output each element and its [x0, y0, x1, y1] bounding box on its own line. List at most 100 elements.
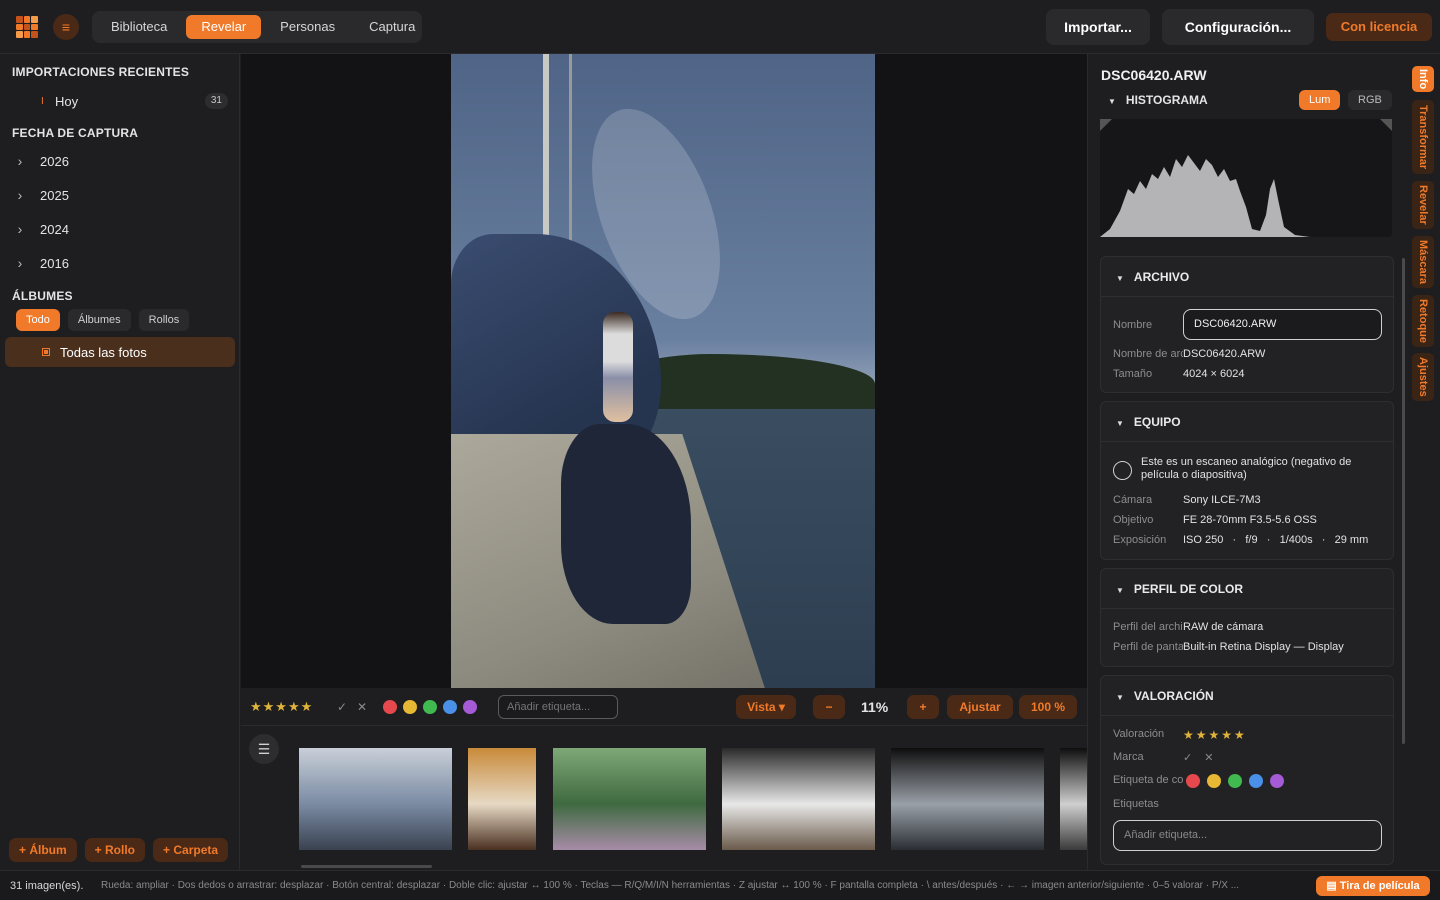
analog-scan-radio[interactable]: [1113, 461, 1132, 480]
year-item[interactable]: › 2025: [0, 180, 240, 210]
tag-input[interactable]: [498, 695, 618, 719]
rating-label: Valoración: [1113, 728, 1165, 740]
image-viewer[interactable]: [241, 54, 1087, 688]
year-item[interactable]: › 2026: [0, 146, 240, 176]
panel-scrollbar[interactable]: [1402, 258, 1405, 744]
screen-profile-label: Perfil de pantalla: [1113, 641, 1183, 653]
rating-row: Valoración ★★★★★: [1113, 728, 1393, 742]
color-label-blue[interactable]: [1249, 774, 1264, 788]
highlight-clip-indicator[interactable]: [1380, 119, 1392, 131]
albums-title: ÁLBUMES: [12, 289, 73, 303]
album-filters: Todo Álbumes Rollos: [16, 309, 190, 331]
tab-personas[interactable]: Personas: [265, 15, 350, 39]
view-dropdown[interactable]: Vista ▾: [736, 695, 796, 719]
reject-flag-icon[interactable]: ✕: [1204, 752, 1213, 764]
count-badge: 31: [204, 93, 228, 109]
tab-revelar[interactable]: Revelar: [186, 15, 262, 39]
color-label-red[interactable]: [1186, 774, 1201, 788]
filmstrip-menu-icon[interactable]: ☰: [249, 734, 279, 764]
zoom-100-button[interactable]: 100 %: [1019, 695, 1077, 719]
thumbnail[interactable]: [891, 748, 1044, 850]
color-label-label: Etiqueta de color: [1113, 774, 1183, 786]
main-photo[interactable]: [451, 54, 875, 688]
license-button[interactable]: Con licencia: [1326, 13, 1432, 41]
rating-stars-panel[interactable]: ★★★★★: [1183, 728, 1247, 742]
pick-flag-icon[interactable]: ✓: [337, 700, 347, 714]
size-value: 4024 × 6024: [1183, 368, 1245, 380]
filmstrip-scrollbar[interactable]: [301, 865, 432, 868]
valoracion-title: VALORACIÓN: [1133, 689, 1214, 703]
filter-rollos[interactable]: Rollos: [138, 309, 190, 331]
filter-todo[interactable]: Todo: [16, 309, 60, 331]
color-label-green[interactable]: [423, 700, 437, 714]
histogram-header[interactable]: ▼ HISTOGRAMA: [1108, 93, 1208, 107]
color-label-purple[interactable]: [1270, 774, 1285, 788]
tags-input[interactable]: Añadir etiqueta...: [1113, 820, 1382, 851]
capture-date-title: FECHA DE CAPTURA: [12, 126, 139, 140]
tab-biblioteca[interactable]: Biblioteca: [96, 15, 182, 39]
color-label-blue[interactable]: [443, 700, 457, 714]
histogram: [1100, 119, 1392, 237]
color-label-yellow[interactable]: [1207, 774, 1222, 788]
zoom-out-button[interactable]: −: [813, 695, 845, 719]
valoracion-section: ▼ VALORACIÓN Valoración ★★★★★ Marca ✓ ✕ Etiq…: [1100, 675, 1394, 865]
color-label-yellow[interactable]: [403, 700, 417, 714]
archivo-header[interactable]: ▼ ARCHIVO: [1101, 257, 1393, 297]
pick-flag-icon[interactable]: ✓: [1183, 752, 1192, 764]
valoracion-header[interactable]: ▼ VALORACIÓN: [1101, 676, 1393, 716]
module-tabs: Biblioteca Revelar Personas Captura: [92, 11, 422, 43]
all-photos-item[interactable]: Todas las fotos: [5, 337, 235, 367]
year-label: 2026: [40, 153, 69, 169]
rating-stars[interactable]: ★★★★★: [250, 699, 313, 715]
file-profile-value: RAW de cámara: [1183, 621, 1264, 633]
color-label-row: Etiqueta de color: [1113, 774, 1393, 788]
filmstrip: ☰: [241, 727, 1087, 870]
flag-row: Marca ✓ ✕: [1113, 751, 1393, 764]
reject-flag-icon[interactable]: ✕: [357, 700, 367, 714]
equipo-header[interactable]: ▼ EQUIPO: [1101, 402, 1393, 442]
filter-albumes[interactable]: Álbumes: [67, 309, 131, 331]
histogram-mode-rgb[interactable]: RGB: [1348, 90, 1392, 110]
add-folder-button[interactable]: + Carpeta: [153, 838, 229, 862]
shadow-clip-indicator[interactable]: [1100, 119, 1112, 131]
screen-profile-row: Perfil de pantallaBuilt-in Retina Displa…: [1113, 641, 1393, 653]
app-logo: [16, 16, 38, 38]
vtab-revelar[interactable]: Revelar: [1412, 181, 1434, 229]
color-label-green[interactable]: [1228, 774, 1243, 788]
histogram-mode-lum[interactable]: Lum: [1299, 90, 1341, 110]
thumbnail[interactable]: [468, 748, 536, 850]
vtab-info[interactable]: Info: [1412, 66, 1434, 92]
year-item[interactable]: › 2024: [0, 214, 240, 244]
size-row: Tamaño 4024 × 6024: [1113, 368, 1393, 380]
zoom-in-button[interactable]: +: [907, 695, 939, 719]
name-field[interactable]: DSC06420.ARW: [1183, 309, 1382, 340]
import-button[interactable]: Importar...: [1046, 9, 1150, 45]
color-label-red[interactable]: [383, 700, 397, 714]
thumbnail[interactable]: [722, 748, 875, 850]
menu-icon[interactable]: ≡: [53, 14, 79, 40]
vtab-ajustes[interactable]: Ajustes: [1412, 353, 1434, 401]
color-label-purple[interactable]: [463, 700, 477, 714]
recent-item-hoy[interactable]: I Hoy 31: [0, 86, 240, 116]
thumbnail[interactable]: [1060, 748, 1087, 850]
collapse-triangle-icon: ▼: [1108, 97, 1116, 106]
tab-captura[interactable]: Captura: [354, 15, 430, 39]
thumbnail[interactable]: [299, 748, 452, 850]
year-item[interactable]: › 2016: [0, 248, 240, 278]
vtab-retoque[interactable]: Retoque: [1412, 295, 1434, 347]
histogram-graph: [1100, 119, 1392, 237]
vtab-label: Transformar: [1417, 104, 1429, 170]
thumbnail[interactable]: [553, 748, 706, 850]
file-profile-row: Perfil del archivoRAW de cámara: [1113, 621, 1393, 633]
vtab-transformar[interactable]: Transformar: [1412, 100, 1434, 174]
perfil-header[interactable]: ▼ PERFIL DE COLOR: [1101, 569, 1393, 609]
vtab-mascara[interactable]: Máscara: [1412, 236, 1434, 288]
original-name-value: DSC06420.ARW: [1183, 348, 1266, 360]
settings-button[interactable]: Configuración...: [1162, 9, 1314, 45]
year-label: 2024: [40, 221, 69, 237]
add-album-button[interactable]: + Álbum: [9, 838, 77, 862]
add-roll-button[interactable]: + Rollo: [84, 838, 146, 862]
fit-button[interactable]: Ajustar: [947, 695, 1013, 719]
name-label: Nombre: [1113, 319, 1153, 331]
filmstrip-button[interactable]: ▤ Tira de película: [1316, 876, 1430, 896]
